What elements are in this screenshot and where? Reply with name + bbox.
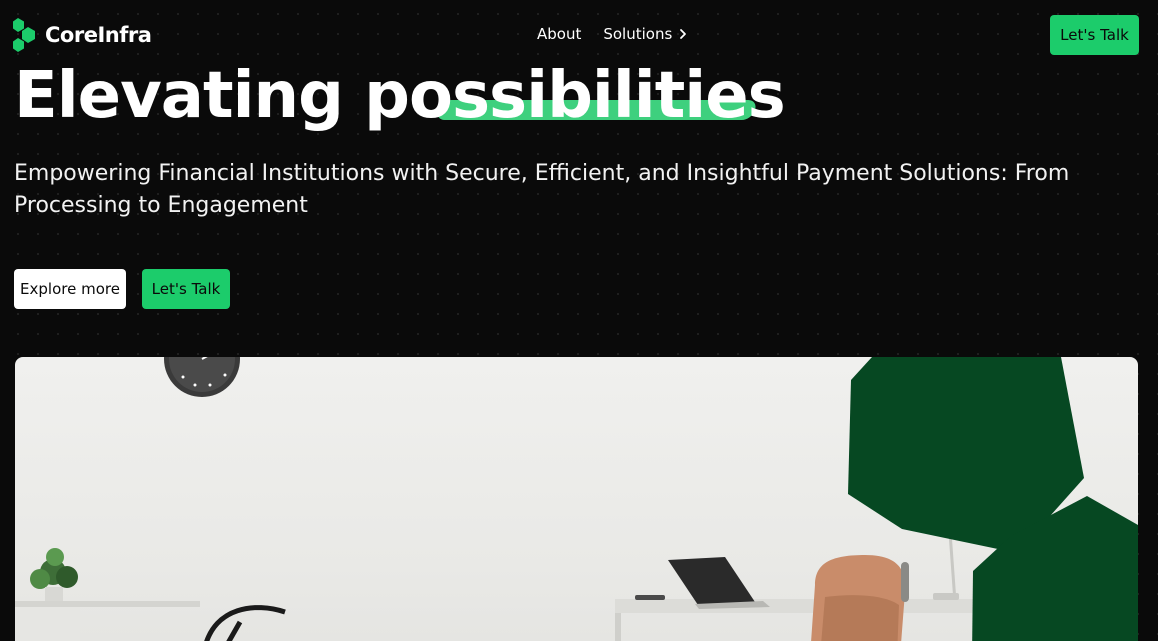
nav-item-solutions[interactable]: Solutions — [603, 25, 688, 43]
hero-office-image — [15, 357, 1138, 641]
desk-object — [635, 595, 665, 600]
nav-item-about[interactable]: About — [537, 25, 581, 43]
leather-office-chair — [811, 555, 909, 641]
nav-item-solutions-label: Solutions — [603, 25, 673, 43]
chevron-right-icon — [680, 29, 687, 39]
hexagon-chain-logo-icon — [13, 18, 35, 52]
brand-logo[interactable]: CoreInfra — [13, 18, 152, 52]
main-nav: About Solutions — [537, 25, 688, 43]
brand-name: CoreInfra — [45, 23, 152, 47]
landing-page: CoreInfra About Solutions Let's Talk Ele… — [0, 0, 1158, 641]
site-header: CoreInfra About Solutions Let's Talk — [0, 0, 1158, 72]
explore-more-button[interactable]: Explore more — [14, 269, 126, 309]
desk-object — [933, 593, 959, 600]
wall-clock — [164, 357, 240, 397]
black-chair — [204, 605, 286, 641]
potted-plant — [30, 548, 78, 601]
desk-leg-left — [615, 613, 621, 641]
side-table — [15, 601, 200, 607]
hero-subtitle: Empowering Financial Institutions with S… — [14, 161, 1070, 218]
hero-lets-talk-button[interactable]: Let's Talk — [142, 269, 230, 309]
header-lets-talk-button[interactable]: Let's Talk — [1050, 15, 1139, 55]
side-table-base — [20, 607, 80, 641]
office-scene-illustration — [15, 357, 1138, 641]
